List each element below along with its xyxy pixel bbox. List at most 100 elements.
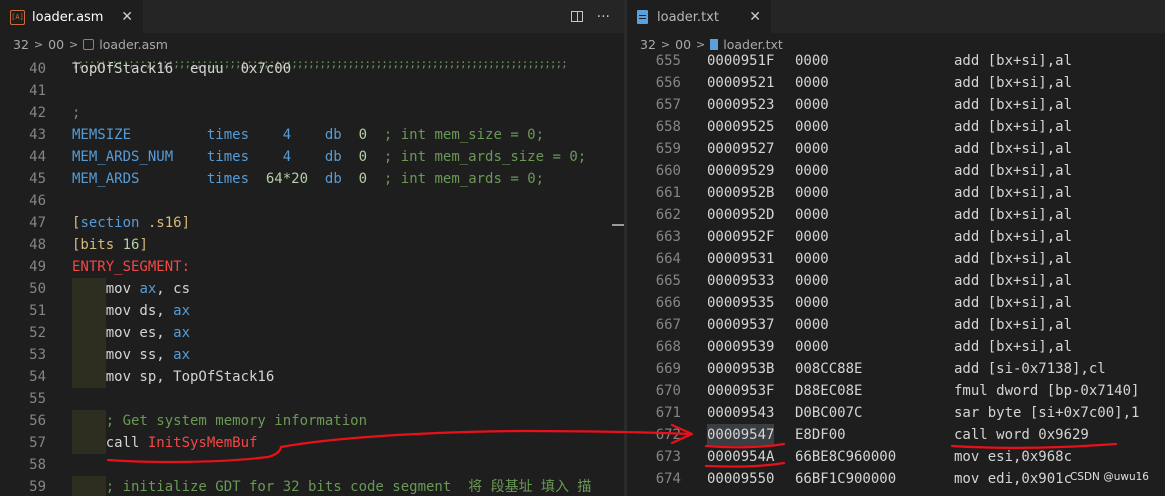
code-token: section — [80, 215, 140, 231]
code-token: ax — [173, 347, 191, 363]
code-text: ; Get system memory information — [72, 410, 367, 432]
code-token: MEM_ARDS_NUM times 4 — [72, 149, 325, 165]
address-cell: 00009521 — [707, 75, 775, 91]
scrollbar-marker[interactable] — [612, 223, 624, 227]
instruction-cell: add [bx+si],al — [954, 317, 1073, 333]
code-text: [bits 16] — [72, 234, 148, 256]
line-number: 667 — [655, 317, 681, 333]
code-token: ax — [139, 281, 157, 297]
listing-line: 662 0000952D 0000 add [bx+si],al — [627, 204, 1165, 226]
code-text: ; — [72, 102, 80, 124]
address-cell: 0000954A — [707, 449, 775, 465]
code-token: 0 — [358, 127, 368, 143]
code-token: [bits — [72, 237, 123, 253]
line-number: 53 — [29, 347, 46, 363]
line-number: 44 — [29, 149, 46, 165]
code-token: ax — [173, 325, 191, 341]
opcode-cell: 66BF1C900000 — [795, 471, 897, 487]
more-actions-icon[interactable]: ··· — [597, 9, 610, 25]
code-text: mov ax, cs — [72, 278, 190, 300]
address-cell: 0000951F — [707, 53, 775, 69]
instruction-cell: add [bx+si],al — [954, 75, 1073, 91]
address-cell: 00009539 — [707, 339, 775, 355]
code-token: mov sp, TopOfStack16 — [72, 369, 275, 385]
right-tab-bar: loader.txt ✕ — [627, 0, 1165, 33]
code-token: call — [72, 435, 148, 451]
line-number: 670 — [655, 383, 681, 399]
left-tab-bar: [A] loader.asm ✕ ··· — [0, 0, 624, 33]
line-number: 656 — [655, 75, 681, 91]
listing-line: 665 00009533 0000 add [bx+si],al — [627, 270, 1165, 292]
opcode-cell: E8DF00 — [795, 427, 846, 443]
opcode-cell: 0000 — [795, 207, 829, 223]
line-number: 56 — [29, 413, 46, 429]
code-token: ; int mem_size = 0; — [367, 127, 545, 143]
line-number: 664 — [655, 251, 681, 267]
code-text: mov sp, TopOfStack16 — [72, 366, 275, 388]
instruction-cell: add [bx+si],al — [954, 141, 1073, 157]
instruction-cell: mov esi,0x968c — [954, 449, 1073, 465]
code-line: 54 mov sp, TopOfStack16 — [0, 366, 624, 388]
chevron-right-icon: > — [696, 37, 706, 51]
code-token: 0 — [358, 149, 368, 165]
code-editor-asm[interactable]: ;;;;;;;;;;;;;;;;;;;;;;;;;;;;;;;;;;;;;;;;… — [0, 52, 624, 496]
tab-loader-asm[interactable]: [A] loader.asm ✕ — [0, 0, 143, 33]
code-token: 64*20 — [265, 171, 309, 187]
code-text: TopOfStack16 equu 0x7c00 — [72, 58, 291, 80]
code-token: mov ds, — [72, 303, 174, 319]
listing-line: 670 0000953F D88EC08E fmul dword [bp-0x7140… — [627, 380, 1165, 402]
instruction-cell: add [bx+si],al — [954, 251, 1073, 267]
tab-loader-txt[interactable]: loader.txt ✕ — [627, 0, 771, 33]
code-line: 51 mov ds, ax — [0, 300, 624, 322]
line-number: 42 — [29, 105, 46, 121]
code-line: 43 MEMSIZE times 4 db 0 ; int mem_size = … — [0, 124, 624, 146]
listing-line: 667 00009537 0000 add [bx+si],al — [627, 314, 1165, 336]
close-icon[interactable]: ✕ — [121, 9, 133, 25]
line-number: 55 — [29, 391, 46, 407]
code-text: ENTRY_SEGMENT: — [72, 256, 190, 278]
code-text: mov ds, ax — [72, 300, 190, 322]
line-number: 669 — [655, 361, 681, 377]
opcode-cell: 0000 — [795, 185, 829, 201]
listing-line: 656 00009521 0000 add [bx+si],al — [627, 72, 1165, 94]
address-cell: 00009533 — [707, 273, 775, 289]
chevron-right-icon: > — [660, 37, 671, 51]
text-file-icon — [637, 10, 648, 24]
instruction-cell: add [bx+si],al — [954, 119, 1073, 135]
line-number: 668 — [655, 339, 681, 355]
line-number: 659 — [655, 141, 681, 157]
opcode-cell: 0000 — [795, 295, 829, 311]
instruction-cell: add [bx+si],al — [954, 339, 1073, 355]
line-number: 51 — [29, 303, 46, 319]
opcode-cell: 66BE8C960000 — [795, 449, 897, 465]
listing-line: 672 00009547 E8DF00 call word 0x9629 — [627, 424, 1165, 446]
line-number: 47 — [29, 215, 46, 231]
address-cell: 00009547 — [707, 424, 775, 446]
code-token: TopOfStack16 equu 0x7c00 — [72, 61, 292, 77]
code-token: ax — [173, 303, 191, 319]
code-token: 0 — [358, 171, 368, 187]
code-editor-txt[interactable]: 655 0000951F 0000 add [bx+si],al 656 00009521… — [627, 52, 1165, 496]
line-number: 57 — [29, 435, 46, 451]
code-token: mov ss, — [72, 347, 174, 363]
opcode-cell: D88EC08E — [795, 383, 863, 399]
line-number: 49 — [29, 259, 46, 275]
left-editor-pane: [A] loader.asm ✕ ··· 32 > 00 > loader.as… — [0, 0, 624, 496]
split-editor-icon[interactable] — [570, 11, 583, 22]
line-number: 662 — [655, 207, 681, 223]
address-cell: 00009529 — [707, 163, 775, 179]
code-token: .s16] — [139, 215, 191, 231]
line-number: 46 — [29, 193, 46, 209]
line-number: 663 — [655, 229, 681, 245]
close-icon[interactable]: ✕ — [749, 9, 761, 25]
code-token: ; initialize GDT for 32 bits code segmen… — [72, 479, 592, 495]
code-line: 57 call InitSysMemBuf — [0, 432, 624, 454]
instruction-cell: add [bx+si],al — [954, 163, 1073, 179]
listing-line: 660 00009529 0000 add [bx+si],al — [627, 160, 1165, 182]
opcode-cell: 0000 — [795, 229, 829, 245]
code-token: , cs — [156, 281, 191, 297]
code-token: ; Get system memory information — [72, 413, 368, 429]
code-token: ; — [72, 105, 81, 121]
instruction-cell: mov edi,0x901c — [954, 471, 1073, 487]
code-token: InitSysMemBuf — [147, 435, 258, 451]
